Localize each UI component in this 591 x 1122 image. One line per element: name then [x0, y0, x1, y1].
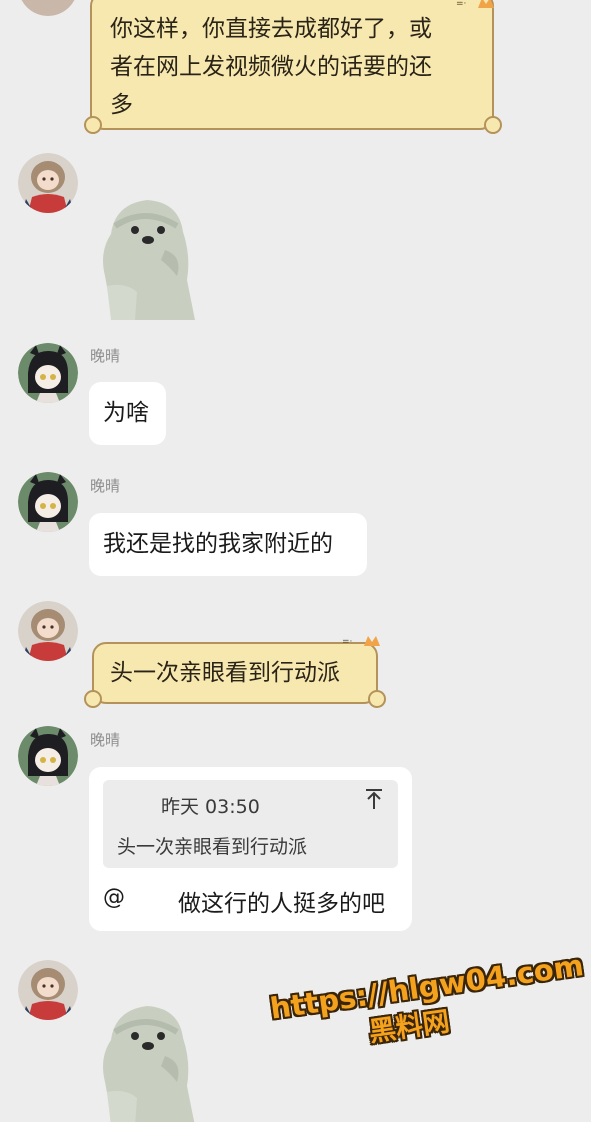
message-text-line: 者在网上发视频微火的话要的还 — [110, 54, 432, 80]
avatar-wanqing[interactable] — [18, 343, 78, 403]
avatar-wanqing[interactable] — [18, 472, 78, 532]
quoted-text: 头一次亲眼看到行动派 — [117, 836, 308, 858]
svg-text:=·: =· — [342, 637, 352, 647]
avatar-wanqing[interactable] — [18, 726, 78, 786]
scroll-curl-decoration — [484, 116, 502, 134]
scroll-curl-decoration — [84, 690, 102, 708]
avatar-self[interactable] — [18, 960, 78, 1020]
sender-name: 晚晴 — [90, 347, 121, 365]
seal-sticker[interactable] — [85, 196, 210, 320]
message-text: 我还是找的我家附近的 — [103, 531, 333, 557]
avatar-self[interactable] — [18, 153, 78, 213]
scroll-curl-decoration — [84, 116, 102, 134]
quoted-message[interactable]: 昨天 03:50 头一次亲眼看到行动派 — [103, 780, 398, 868]
message-text-line: 多 — [110, 92, 133, 118]
watermark: https://hlgw04.com 黑料网 — [268, 948, 586, 1081]
svg-text:=·: =· — [456, 0, 466, 9]
avatar-self[interactable] — [18, 601, 78, 661]
mention-at: @ — [103, 885, 125, 910]
message-bubble-scroll[interactable]: 头一次亲眼看到行动派 — [92, 642, 378, 704]
cat-decoration-icon: =· — [342, 636, 380, 647]
sender-name: 晚晴 — [90, 731, 121, 749]
quote-reply-bubble[interactable]: 昨天 03:50 头一次亲眼看到行动派 @ 做这行的人挺多的吧 — [89, 767, 412, 931]
cat-decoration-icon: =· — [456, 0, 494, 9]
message-text: 为啥 — [103, 400, 149, 426]
scroll-curl-decoration — [368, 690, 386, 708]
message-bubble[interactable]: 我还是找的我家附近的 — [89, 513, 367, 576]
arrow-up-to-top-icon[interactable] — [365, 788, 383, 816]
message-text: 做这行的人挺多的吧 — [178, 891, 385, 917]
avatar-self[interactable] — [18, 0, 78, 16]
message-bubble-scroll[interactable]: 你这样，你直接去成都好了，或 者在网上发视频微火的话要的还 多 — [90, 0, 494, 130]
message-text-line: 你这样，你直接去成都好了，或 — [110, 16, 432, 42]
seal-sticker[interactable] — [85, 1002, 210, 1122]
message-bubble[interactable]: 为啥 — [89, 382, 166, 445]
quoted-timestamp: 昨天 03:50 — [161, 796, 260, 818]
sender-name: 晚晴 — [90, 477, 121, 495]
message-text: 头一次亲眼看到行动派 — [110, 660, 340, 686]
